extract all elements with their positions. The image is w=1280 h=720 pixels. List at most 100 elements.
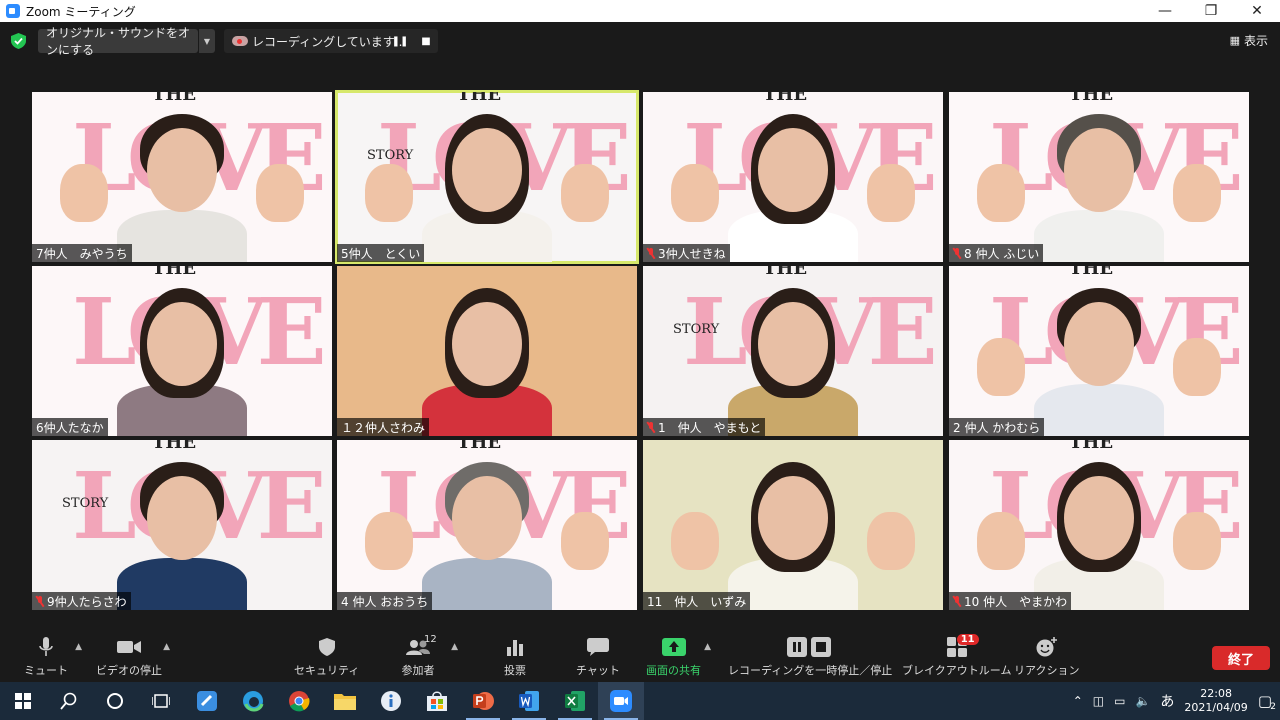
file-explorer-icon[interactable]	[322, 682, 368, 720]
excel-icon[interactable]	[552, 682, 598, 720]
participant-name: 10 仲人 やまかわ	[964, 594, 1068, 609]
virtual-background-story-text: STORY	[62, 496, 109, 511]
security-shield-icon	[318, 636, 335, 658]
participant-video-tile[interactable]: LOVETHE7仲人 みやうち	[32, 92, 332, 262]
participants-button[interactable]: 12 参加者 ▲	[400, 634, 459, 678]
meeting-topbar: オリジナル・サウンドをオンにする ▼ レコーディングしています... ❚❚ ■ …	[0, 22, 1280, 60]
video-options-caret-icon[interactable]: ▲	[163, 642, 170, 652]
reaction-smiley-icon	[1036, 636, 1058, 658]
edge-browser-icon[interactable]	[230, 682, 276, 720]
microsoft-store-icon[interactable]	[414, 682, 460, 720]
share-screen-button[interactable]: 画面の共有 ▲	[646, 636, 711, 678]
poll-chart-icon	[506, 636, 524, 658]
participant-video-tile[interactable]: LOVETHE6仲人たなか	[32, 266, 332, 436]
participant-body	[422, 558, 552, 610]
mute-label: ミュート	[24, 664, 68, 677]
chrome-browser-icon[interactable]	[276, 682, 322, 720]
stop-recording-icon[interactable]: ■	[416, 33, 436, 49]
recording-control-button[interactable]: レコーディングを一時停止／停止	[728, 636, 892, 678]
share-screen-icon	[661, 636, 686, 658]
participant-face	[1064, 302, 1134, 386]
breakout-rooms-button[interactable]: 11 ブレイクアウトルーム	[902, 634, 1011, 678]
muted-microphone-icon	[647, 421, 655, 433]
participant-name: 9仲人たらさわ	[47, 594, 127, 609]
minimize-icon[interactable]: —	[1142, 0, 1188, 22]
ime-indicator[interactable]: あ	[1160, 691, 1174, 711]
system-tray: ⌃ ◫ ▭ 🔈 あ 22:08 2021/04/09 ▢ 2	[1073, 687, 1280, 715]
pinned-app-icon[interactable]	[184, 682, 230, 720]
participant-video-tile[interactable]: LOVETHESTORY9仲人たらさわ	[32, 440, 332, 610]
participant-video-tile[interactable]: LOVETHESTORY5仲人 とくい	[335, 90, 639, 264]
participant-body	[117, 210, 247, 262]
virtual-background-the-text: THE	[1069, 266, 1114, 279]
cortana-icon[interactable]	[92, 682, 138, 720]
reactions-button[interactable]: リアクション	[1014, 636, 1079, 678]
stop-video-button[interactable]: ビデオの停止 ▲	[96, 636, 170, 678]
chat-button[interactable]: チャット	[576, 636, 620, 678]
participant-name: 2 仲人 かわむら	[953, 420, 1041, 435]
participant-video-tile[interactable]: LOVETHE8 仲人 ふじい	[949, 92, 1249, 262]
participant-face	[452, 302, 522, 386]
virtual-background-the-text: THE	[457, 92, 502, 105]
participant-name-tag: 6仲人たなか	[32, 418, 108, 436]
notification-center-icon[interactable]: ▢ 2	[1258, 692, 1276, 712]
participant-video-tile[interactable]: １２仲人さわみ	[337, 266, 637, 436]
search-icon[interactable]	[46, 682, 92, 720]
encryption-shield-icon[interactable]	[11, 33, 26, 49]
participant-video-tile[interactable]: LOVETHESTORY1 仲人 やまもと	[643, 266, 943, 436]
participant-name-tag: 7仲人 みやうち	[32, 244, 132, 262]
participant-waving-hand	[671, 512, 719, 570]
participant-video-tile[interactable]: LOVETHE3仲人せきね	[643, 92, 943, 262]
audio-options-caret-icon[interactable]: ▲	[75, 642, 82, 652]
participant-face	[147, 302, 217, 386]
powerpoint-icon[interactable]	[460, 682, 506, 720]
maximize-icon[interactable]: ❐	[1188, 0, 1234, 22]
muted-microphone-icon	[36, 595, 44, 607]
info-app-icon[interactable]	[368, 682, 414, 720]
taskbar-clock[interactable]: 22:08 2021/04/09	[1184, 687, 1247, 715]
participants-caret-icon[interactable]: ▲	[451, 642, 458, 652]
task-view-icon[interactable]	[138, 682, 184, 720]
virtual-background-story-text: STORY	[673, 322, 720, 337]
original-sound-button[interactable]: オリジナル・サウンドをオンにする	[38, 26, 198, 57]
mute-button[interactable]: ミュート ▲	[24, 636, 82, 678]
participant-face	[147, 128, 217, 212]
view-button[interactable]: ▦ 表示	[1230, 32, 1268, 49]
poll-label: 投票	[504, 664, 526, 677]
close-icon[interactable]: ✕	[1234, 0, 1280, 22]
volume-icon[interactable]: 🔈	[1135, 694, 1150, 708]
zoom-taskbar-icon[interactable]	[598, 682, 644, 720]
participant-video-tile[interactable]: LOVETHE4 仲人 おおうち	[337, 440, 637, 610]
battery-icon[interactable]: ▭	[1114, 694, 1125, 708]
participant-name: 8 仲人 ふじい	[964, 246, 1040, 261]
pause-recording-icon[interactable]: ❚❚	[390, 33, 410, 49]
end-meeting-button[interactable]: 終了	[1212, 646, 1270, 670]
virtual-background-the-text: THE	[457, 440, 502, 453]
participant-name-tag: 4 仲人 おおうち	[337, 592, 433, 610]
participant-face	[147, 476, 217, 560]
meet-now-icon[interactable]: ◫	[1093, 694, 1104, 708]
participant-waving-hand	[60, 164, 108, 222]
participant-name-tag: 10 仲人 やまかわ	[949, 592, 1072, 610]
participants-icon: 12	[400, 634, 437, 658]
participant-waving-hand	[561, 164, 609, 222]
original-sound-dropdown[interactable]: ▼	[199, 29, 215, 53]
participant-video-tile[interactable]: LOVETHE2 仲人 かわむら	[949, 266, 1249, 436]
participant-video-tile[interactable]: 11 仲人 いずみ	[643, 440, 943, 610]
virtual-background-the-text: THE	[152, 266, 197, 279]
poll-button[interactable]: 投票	[504, 636, 526, 678]
participant-video-tile[interactable]: LOVETHE10 仲人 やまかわ	[949, 440, 1249, 610]
participant-waving-hand	[1173, 338, 1221, 396]
participant-face	[758, 476, 828, 560]
clock-date: 2021/04/09	[1184, 701, 1248, 714]
participant-waving-hand	[977, 338, 1025, 396]
participant-name: 1 仲人 やまもと	[658, 420, 762, 435]
start-windows-icon[interactable]	[0, 682, 46, 720]
security-button[interactable]: セキュリティ	[294, 636, 359, 678]
word-icon[interactable]	[506, 682, 552, 720]
stop-video-label: ビデオの停止	[96, 664, 162, 677]
participant-waving-hand	[1173, 512, 1221, 570]
tray-overflow-chevron-icon[interactable]: ⌃	[1073, 694, 1083, 708]
share-options-caret-icon[interactable]: ▲	[704, 642, 711, 652]
participant-waving-hand	[365, 512, 413, 570]
